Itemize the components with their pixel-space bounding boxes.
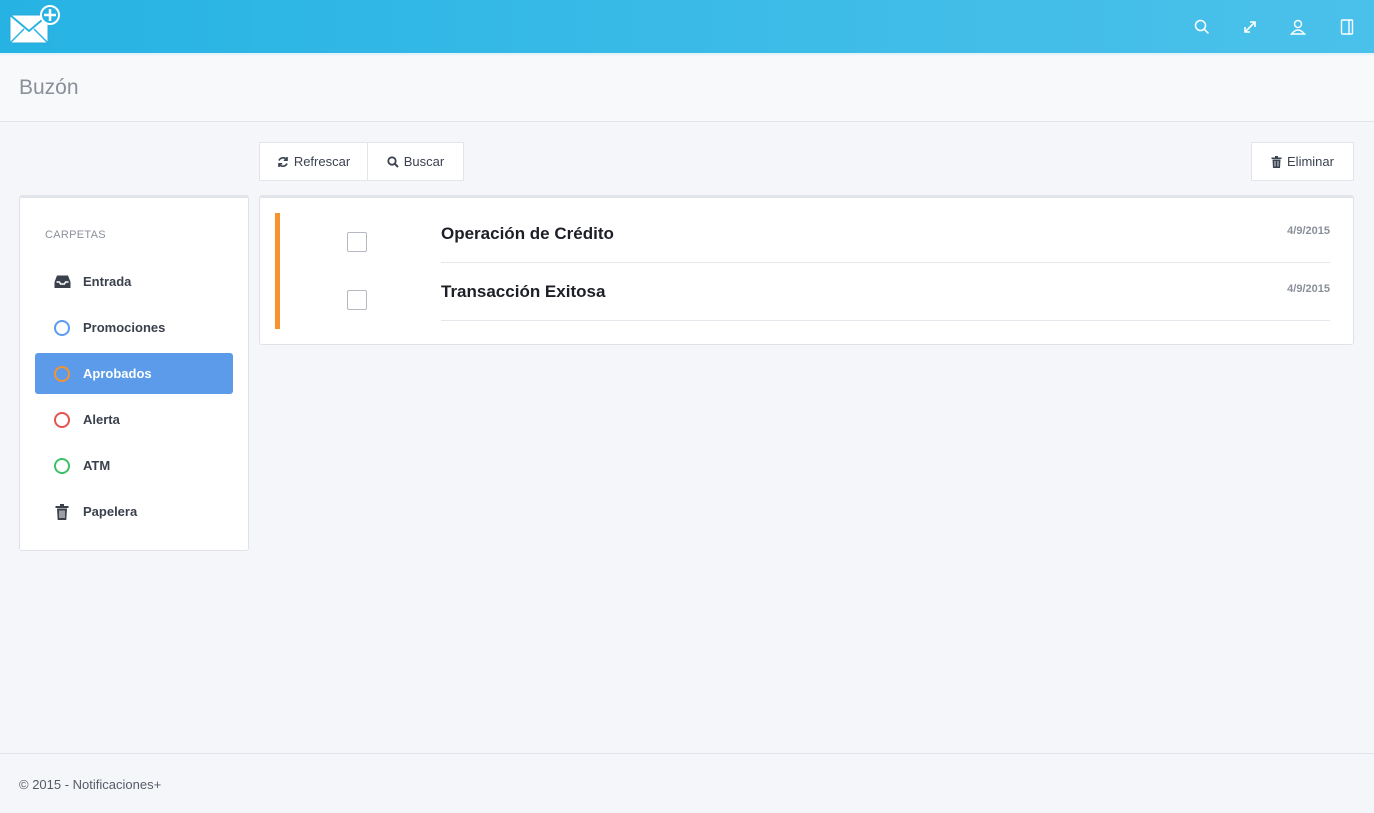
page-header: Buzón (0, 56, 1374, 122)
mail-list: Operación de Crédito 4/9/2015 Transacció… (259, 195, 1354, 345)
refresh-label: Refrescar (293, 154, 351, 169)
page-title: Buzón (19, 76, 79, 99)
folder-entrada[interactable]: Entrada (35, 261, 233, 302)
top-navbar (0, 0, 1374, 55)
folder-label: Entrada (83, 274, 132, 289)
trash-icon (1271, 155, 1282, 168)
mail-date: 4/9/2015 (1287, 283, 1330, 295)
trash-icon (53, 503, 71, 521)
footer: © 2015 - Notificaciones+ (0, 753, 1374, 813)
panel-icon[interactable] (1336, 16, 1358, 38)
folder-papelera[interactable]: Papelera (35, 491, 233, 532)
folder-label: Alerta (83, 412, 120, 427)
mail-date: 4/9/2015 (1287, 225, 1330, 237)
circle-red-icon (53, 411, 71, 429)
refresh-button[interactable]: Refrescar (259, 142, 368, 181)
mail-checkbox[interactable] (347, 232, 367, 252)
circle-blue-icon (53, 319, 71, 337)
expand-icon[interactable] (1239, 16, 1261, 38)
inbox-icon (53, 273, 71, 291)
mail-row[interactable]: Operación de Crédito 4/9/2015 (260, 208, 1353, 266)
folder-label: ATM (83, 458, 111, 473)
divider (441, 262, 1330, 263)
mail-subject[interactable]: Operación de Crédito (441, 224, 614, 244)
delete-button[interactable]: Eliminar (1251, 142, 1354, 181)
folders-sidebar: CARPETAS Entrada Promociones Aprobados A… (19, 195, 249, 551)
folder-label: Promociones (83, 320, 166, 335)
copyright-text: © 2015 - Notificaciones+ (19, 777, 162, 792)
divider (441, 320, 1330, 321)
mail-subject[interactable]: Transacción Exitosa (441, 282, 605, 302)
mail-checkbox[interactable] (347, 290, 367, 310)
envelope-plus-icon[interactable] (8, 5, 62, 47)
folder-promociones[interactable]: Promociones (35, 307, 233, 348)
circle-green-icon (53, 457, 71, 475)
folder-label: Aprobados (83, 366, 152, 381)
user-icon[interactable] (1287, 16, 1309, 38)
search-icon[interactable] (1191, 16, 1213, 38)
magnifier-icon (387, 155, 399, 168)
folder-label: Papelera (83, 504, 138, 519)
folder-atm[interactable]: ATM (35, 445, 233, 486)
folder-aprobados[interactable]: Aprobados (35, 353, 233, 394)
circle-orange-icon (53, 365, 71, 383)
sidebar-heading: CARPETAS (45, 229, 106, 241)
refresh-icon (278, 156, 288, 167)
search-button[interactable]: Buscar (367, 142, 464, 181)
delete-label: Eliminar (1287, 154, 1334, 169)
folder-alerta[interactable]: Alerta (35, 399, 233, 440)
mail-row[interactable]: Transacción Exitosa 4/9/2015 (260, 266, 1353, 324)
search-label: Buscar (403, 154, 445, 169)
